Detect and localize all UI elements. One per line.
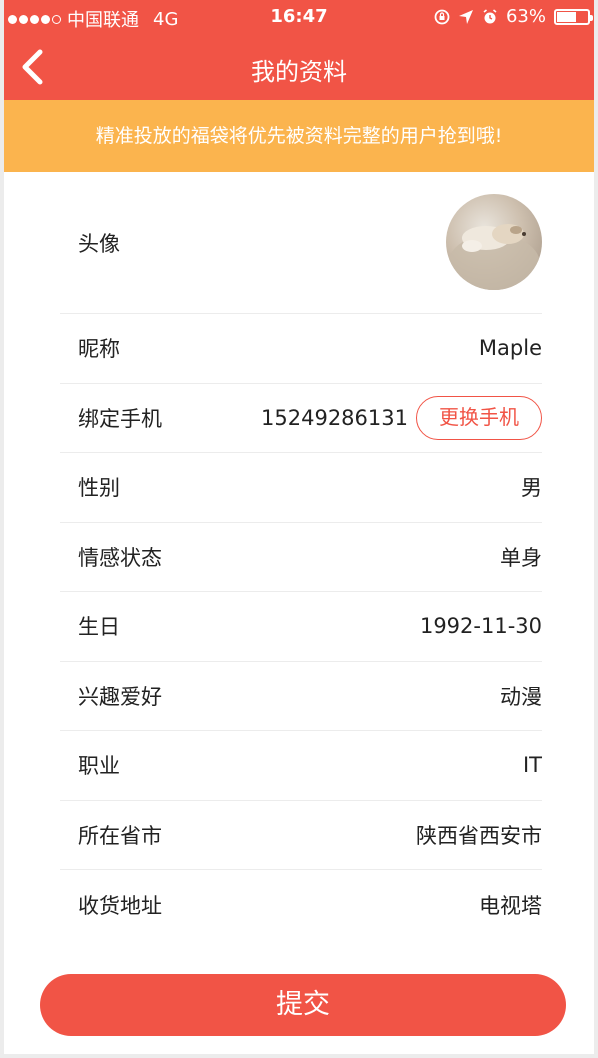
submit-button[interactable]: 提交	[40, 974, 566, 1036]
profile-form: 头像 昵称 Maple 绑定手机 15249286131 更换手机 性别 男 情…	[4, 172, 594, 940]
hobby-row[interactable]: 兴趣爱好 动漫	[60, 662, 542, 731]
nickname-row[interactable]: 昵称 Maple	[60, 314, 542, 384]
hobby-label: 兴趣爱好	[78, 684, 162, 709]
phone-group: 15249286131 更换手机	[261, 395, 542, 440]
nickname-value: Maple	[478, 336, 542, 361]
city-label: 所在省市	[78, 823, 162, 848]
gender-label: 性别	[78, 476, 120, 501]
address-row[interactable]: 收货地址 电视塔	[60, 870, 542, 940]
gender-value: 男	[521, 476, 542, 501]
birthday-row[interactable]: 生日 1992-11-30	[60, 592, 542, 662]
battery-percent: 63%	[505, 6, 546, 27]
birthday-label: 生日	[78, 615, 120, 640]
address-value: 电视塔	[479, 893, 542, 918]
phone-row: 绑定手机 15249286131 更换手机	[60, 384, 542, 453]
avatar-label: 头像	[78, 231, 120, 256]
relationship-label: 情感状态	[78, 545, 162, 570]
city-value: 陕西省西安市	[416, 823, 542, 848]
battery-icon	[554, 8, 593, 25]
avatar[interactable]	[446, 194, 542, 290]
alarm-icon	[483, 8, 497, 23]
status-right: 63%	[434, 6, 593, 27]
phone-value: 15249286131	[261, 405, 408, 430]
city-row[interactable]: 所在省市 陕西省西安市	[60, 801, 542, 870]
avatar-row[interactable]: 头像	[60, 172, 542, 314]
job-label: 职业	[78, 754, 120, 779]
nav-bar: 我的资料	[4, 34, 594, 100]
job-value: IT	[522, 753, 542, 778]
nickname-label: 昵称	[78, 337, 120, 362]
page-title: 我的资料	[251, 58, 347, 86]
relationship-value: 单身	[500, 545, 542, 570]
relationship-row[interactable]: 情感状态 单身	[60, 523, 542, 592]
gender-row[interactable]: 性别 男	[60, 453, 542, 523]
rotation-lock-icon	[434, 9, 450, 24]
hobby-value: 动漫	[500, 684, 542, 709]
dog-photo-icon	[448, 224, 540, 290]
status-bar: 中国联通 4G 16:47 63%	[4, 0, 594, 34]
promo-banner: 精准投放的福袋将优先被资料完整的用户抢到哦!	[4, 100, 594, 172]
job-row[interactable]: 职业 IT	[60, 731, 542, 801]
location-icon	[458, 9, 473, 24]
phone-label: 绑定手机	[78, 406, 162, 431]
change-phone-button[interactable]: 更换手机	[416, 395, 542, 440]
address-label: 收货地址	[78, 893, 162, 918]
app-frame: 中国联通 4G 16:47 63% 我的资料 精准投放的福袋将优先被资料完整的用…	[0, 0, 598, 1058]
birthday-value: 1992-11-30	[419, 614, 542, 639]
